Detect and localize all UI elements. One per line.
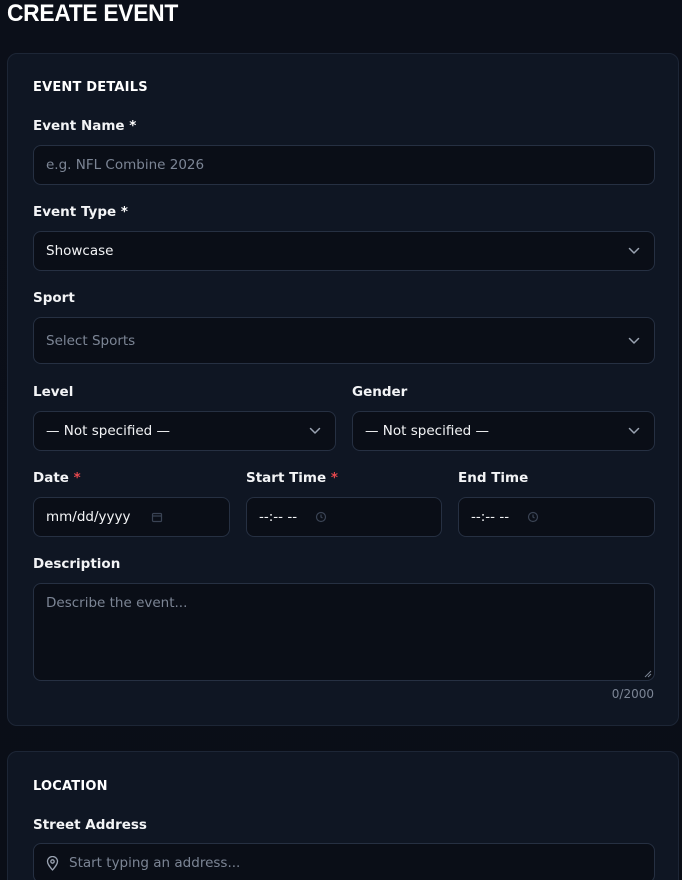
event-name-input[interactable]: e.g. NFL Combine 2026 (33, 145, 655, 185)
sport-select[interactable]: Select Sports (33, 317, 655, 364)
required-mark: * (129, 118, 137, 134)
calendar-icon[interactable] (151, 511, 163, 523)
gender-select[interactable]: — Not specified — (352, 411, 655, 451)
required-mark: * (120, 204, 128, 220)
event-type-label: Event Type * (33, 204, 128, 220)
resize-grip-icon[interactable] (644, 670, 652, 678)
location-pin-icon (46, 855, 59, 871)
required-mark: * (73, 470, 81, 486)
clock-icon[interactable] (315, 511, 327, 523)
chevron-down-icon (309, 427, 321, 434)
location-card: LOCATION Street Address Start typing an … (7, 751, 679, 880)
sport-label: Sport (33, 290, 75, 306)
event-name-label: Event Name * (33, 118, 137, 134)
page-title: CREATE EVENT (7, 0, 178, 27)
description-textarea[interactable]: Describe the event... (33, 583, 655, 681)
required-mark: * (330, 470, 338, 486)
level-label: Level (33, 384, 74, 400)
gender-value: — Not specified — (365, 423, 489, 439)
level-value: — Not specified — (46, 423, 170, 439)
description-label: Description (33, 556, 121, 572)
end-time-input[interactable]: --:-- -- (458, 497, 655, 537)
section-title-event-details: EVENT DETAILS (33, 80, 148, 95)
end-time-placeholder: --:-- -- (471, 509, 510, 525)
date-label: Date * (33, 470, 81, 486)
start-time-placeholder: --:-- -- (259, 509, 298, 525)
chevron-down-icon (628, 247, 640, 254)
clock-icon[interactable] (527, 511, 539, 523)
description-placeholder: Describe the event... (46, 595, 188, 611)
chevron-down-icon (628, 427, 640, 434)
sport-placeholder: Select Sports (46, 332, 136, 349)
date-placeholder: mm/dd/yyyy (46, 509, 131, 525)
level-select[interactable]: — Not specified — (33, 411, 336, 451)
event-details-card: EVENT DETAILS Event Name * e.g. NFL Comb… (7, 53, 679, 726)
street-address-label: Street Address (33, 817, 147, 833)
chevron-down-icon (628, 337, 640, 344)
event-type-value: Showcase (46, 243, 114, 259)
date-input[interactable]: mm/dd/yyyy (33, 497, 230, 537)
street-address-input[interactable]: Start typing an address... (33, 843, 655, 880)
start-time-input[interactable]: --:-- -- (246, 497, 442, 537)
gender-label: Gender (352, 384, 408, 400)
event-name-placeholder: e.g. NFL Combine 2026 (46, 157, 205, 173)
event-type-select[interactable]: Showcase (33, 231, 655, 271)
street-address-placeholder: Start typing an address... (69, 855, 241, 871)
end-time-label: End Time (458, 470, 529, 486)
description-char-counter: 0/2000 (611, 687, 654, 701)
section-title-location: LOCATION (33, 779, 108, 794)
start-time-label: Start Time * (246, 470, 338, 486)
